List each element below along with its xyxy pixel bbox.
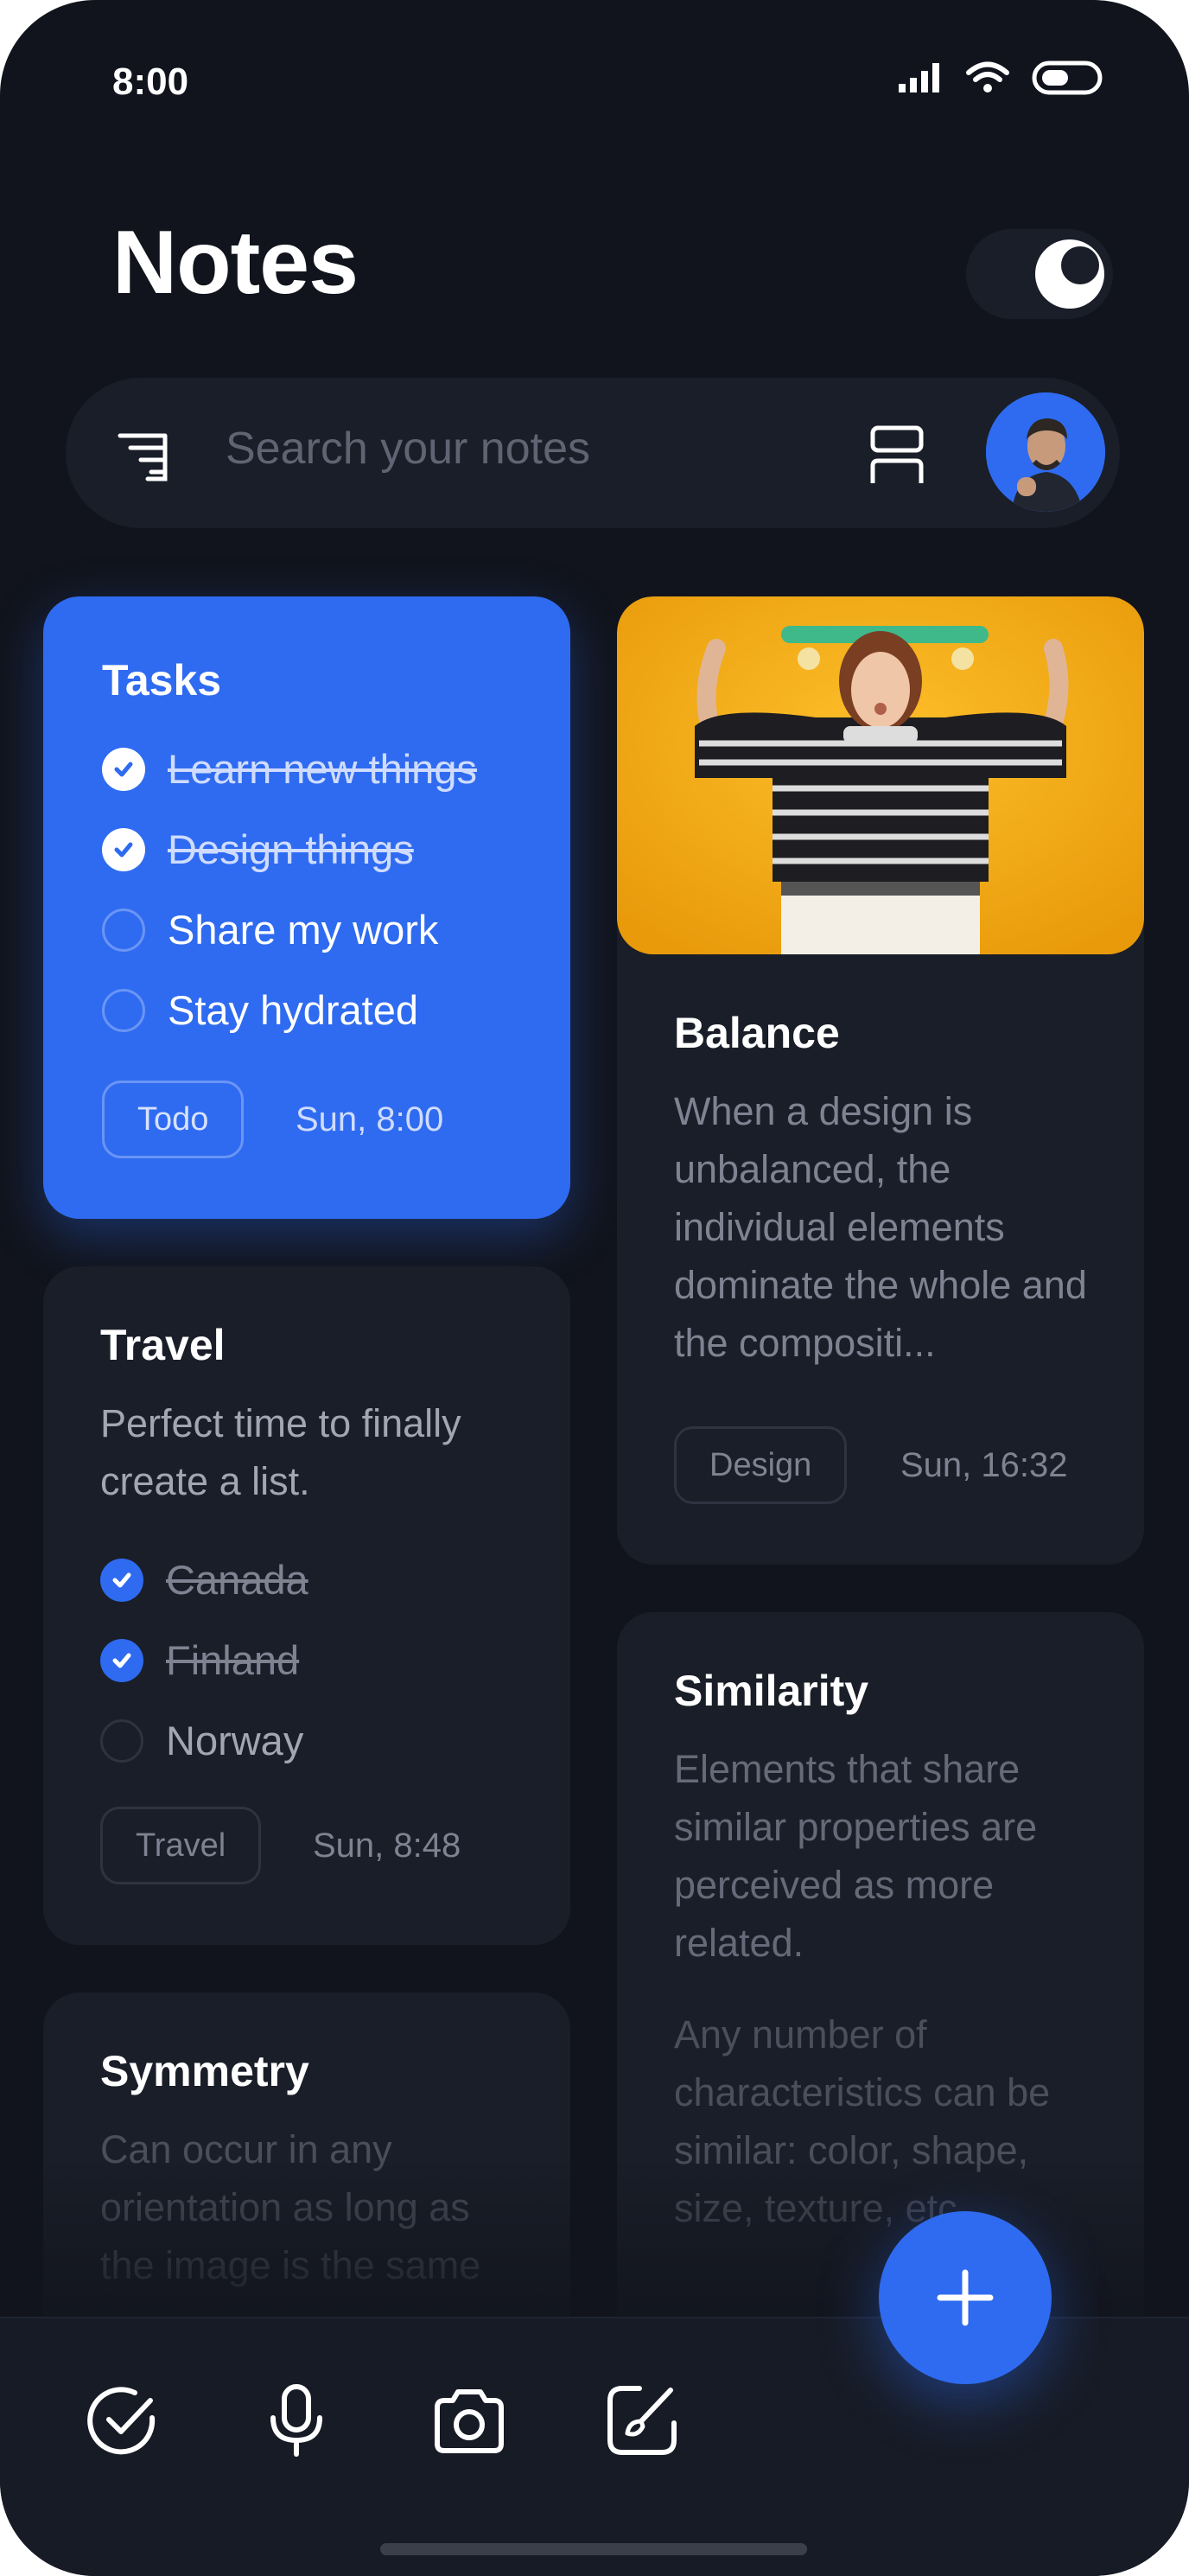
- note-card-balance[interactable]: Balance When a design is unbalanced, the…: [617, 596, 1144, 1565]
- check-icon: [112, 1653, 131, 1667]
- wifi-icon: [966, 61, 1009, 92]
- check-icon: [114, 842, 133, 857]
- status-time: 8:00: [112, 61, 189, 103]
- drawing-icon[interactable]: [603, 2382, 681, 2459]
- checklist-item-label: Share my work: [168, 907, 439, 953]
- tag-badge[interactable]: Travel: [100, 1807, 262, 1884]
- add-note-button[interactable]: [879, 2211, 1052, 2384]
- user-photo: [986, 392, 1105, 512]
- unchecked-checkbox[interactable]: [100, 1718, 143, 1763]
- avatar[interactable]: [986, 392, 1105, 512]
- moon-icon: [1035, 239, 1104, 309]
- checklist-item-label: Finland: [166, 1637, 300, 1683]
- note-body: Elements that share similar properties a…: [674, 1747, 1038, 1965]
- checklist-item-label: Learn new things: [168, 746, 477, 792]
- checked-checkbox[interactable]: [100, 1558, 143, 1602]
- note-title: Symmetry: [100, 2047, 309, 2095]
- tag-badge[interactable]: Todo: [102, 1081, 245, 1158]
- note-title: Balance: [674, 1009, 840, 1057]
- checklist-item[interactable]: Design things: [102, 826, 414, 873]
- layout-toggle-icon[interactable]: [862, 421, 931, 490]
- checklist-item-label: Stay hydrated: [168, 987, 419, 1033]
- plus-icon: [937, 2269, 994, 2326]
- note-card-travel[interactable]: Travel Perfect time to finally create a …: [43, 1266, 570, 1945]
- checked-checkbox[interactable]: [102, 747, 145, 791]
- check-icon: [112, 1572, 131, 1587]
- checked-checkbox[interactable]: [100, 1638, 143, 1682]
- checklist-item-label: Design things: [168, 826, 414, 872]
- microphone-icon[interactable]: [258, 2382, 335, 2459]
- note-body: Can occur in any orientation as long as …: [100, 2127, 481, 2287]
- note-card-tasks[interactable]: Tasks Learn new things Design things Sha…: [43, 596, 570, 1219]
- photo-woman-skateboard: [617, 596, 1144, 954]
- home-indicator[interactable]: [380, 2543, 807, 2555]
- checklist-item[interactable]: Stay hydrated: [102, 986, 418, 1034]
- note-card-similarity[interactable]: Similarity Elements that share similar p…: [617, 1612, 1144, 2390]
- tag-badge[interactable]: Design: [674, 1426, 848, 1504]
- note-body: Any number of characteristics can be sim…: [674, 2012, 1051, 2230]
- note-date: Sun, 8:48: [313, 1827, 461, 1865]
- battery-toggle-icon: [1032, 61, 1103, 95]
- check-icon: [114, 762, 133, 776]
- page-title: Notes: [112, 213, 359, 313]
- search-bar[interactable]: Search your notes: [66, 378, 1120, 528]
- note-title: Tasks: [102, 656, 222, 705]
- checklist-item-label: Canada: [166, 1557, 308, 1603]
- note-date: Sun, 8:00: [296, 1100, 444, 1138]
- search-input[interactable]: Search your notes: [226, 423, 590, 475]
- unchecked-checkbox[interactable]: [102, 908, 145, 952]
- note-date: Sun, 16:32: [900, 1446, 1068, 1484]
- note-image: [617, 596, 1144, 954]
- note-body: Perfect time to finally create a list.: [100, 1401, 461, 1503]
- checklist-item-label: Norway: [166, 1718, 304, 1763]
- menu-icon[interactable]: [113, 425, 175, 488]
- app-screen: 8:00 Notes Search your notes Tasks Learn…: [0, 0, 1189, 2576]
- unchecked-checkbox[interactable]: [102, 988, 145, 1032]
- note-title: Similarity: [674, 1667, 869, 1715]
- checklist-icon[interactable]: [85, 2382, 162, 2459]
- status-icons: [899, 61, 1103, 95]
- checklist-item[interactable]: Canada: [100, 1556, 308, 1604]
- checklist-item[interactable]: Share my work: [102, 906, 438, 953]
- checklist-item[interactable]: Learn new things: [102, 745, 477, 793]
- signal-icon: [899, 63, 939, 92]
- checklist-item[interactable]: Norway: [100, 1717, 303, 1764]
- camera-icon[interactable]: [430, 2382, 508, 2459]
- note-title: Travel: [100, 1321, 226, 1369]
- dark-mode-toggle[interactable]: [966, 229, 1113, 319]
- note-body: When a design is unbalanced, the individ…: [674, 1089, 1087, 1365]
- checklist-item[interactable]: Finland: [100, 1636, 299, 1684]
- checked-checkbox[interactable]: [102, 827, 145, 871]
